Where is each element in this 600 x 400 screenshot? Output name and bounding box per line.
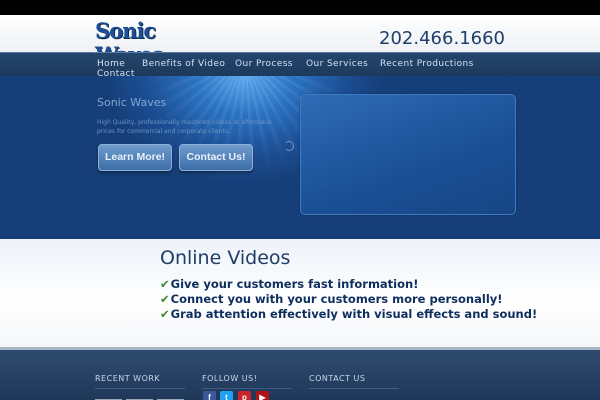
list-item: ✔Connect you with your customers more pe… bbox=[160, 292, 503, 306]
learn-more-button[interactable]: Learn More! bbox=[98, 144, 172, 171]
main-nav: Home Benefits of Video Our Process Our S… bbox=[0, 52, 600, 79]
footer-heading-follow-us: FOLLOW US! bbox=[202, 374, 258, 383]
footer-divider bbox=[309, 388, 399, 389]
list-item: ✔Give your customers fast information! bbox=[160, 277, 418, 291]
list-item: ✔Grab attention effectively with visual … bbox=[160, 307, 537, 321]
hero-description: High Quality, professionally mastered vi… bbox=[97, 119, 272, 135]
nav-item-process[interactable]: Our Process bbox=[235, 59, 293, 70]
pinterest-icon[interactable]: p bbox=[238, 391, 251, 400]
footer-heading-contact-us: CONTACT US bbox=[309, 374, 366, 383]
contact-us-button[interactable]: Contact Us! bbox=[179, 144, 253, 171]
checkmark-icon: ✔ bbox=[160, 292, 170, 306]
facebook-icon[interactable]: f bbox=[203, 391, 216, 400]
nav-item-productions[interactable]: Recent Productions bbox=[380, 59, 474, 70]
hero-banner: Sonic Waves High Quality, professionally… bbox=[0, 76, 600, 239]
footer-heading-recent-work: RECENT WORK bbox=[95, 374, 161, 383]
video-player[interactable] bbox=[300, 94, 516, 215]
top-black-strip bbox=[0, 0, 600, 15]
twitter-icon[interactable]: t bbox=[220, 391, 233, 400]
content-section: Online Videos ✔Give your customers fast … bbox=[0, 239, 600, 347]
checkmark-icon: ✔ bbox=[160, 277, 170, 291]
loading-spinner-icon bbox=[284, 141, 294, 151]
bullet-text: Grab attention effectively with visual e… bbox=[170, 307, 538, 321]
phone-number: 202.466.1660 bbox=[379, 28, 505, 49]
logo-line-1: Sonic bbox=[95, 18, 156, 43]
site-footer: RECENT WORK FOLLOW US! CONTACT US f t p … bbox=[0, 347, 600, 400]
nav-item-services[interactable]: Our Services bbox=[306, 59, 368, 70]
footer-divider bbox=[202, 388, 292, 389]
content-title: Online Videos bbox=[160, 247, 291, 269]
bullet-text: Give your customers fast information! bbox=[170, 277, 419, 291]
youtube-icon[interactable]: ▶ bbox=[256, 391, 269, 400]
nav-item-benefits[interactable]: Benefits of Video bbox=[142, 59, 225, 70]
hero-title: Sonic Waves bbox=[97, 96, 167, 109]
footer-divider bbox=[95, 388, 185, 389]
site-header: Sonic Waves 202.466.1660 bbox=[0, 15, 600, 66]
bullet-text: Connect you with your customers more per… bbox=[170, 292, 503, 306]
checkmark-icon: ✔ bbox=[160, 307, 170, 321]
